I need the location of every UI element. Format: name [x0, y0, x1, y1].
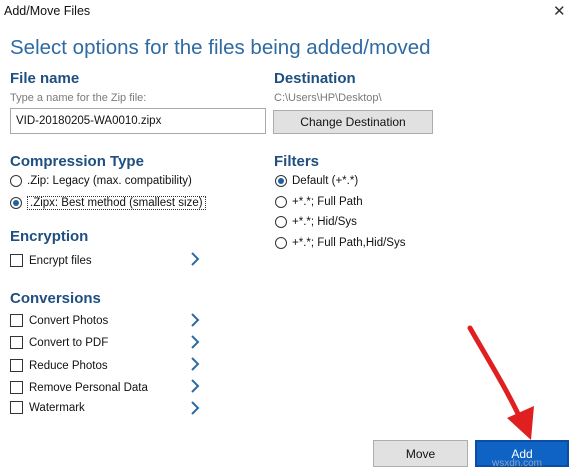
filter-option-label: +*.*; Full Path,Hid/Sys: [292, 237, 406, 249]
checkbox[interactable]: [10, 359, 23, 372]
file-name-hint: Type a name for the Zip file:: [10, 92, 147, 104]
chevron-right-icon[interactable]: [187, 334, 203, 350]
radio-button[interactable]: [275, 196, 287, 208]
chevron-right-icon[interactable]: [187, 312, 203, 328]
filter-option-label: +*.*; Hid/Sys: [292, 216, 357, 228]
reduce-photos-checkbox-row[interactable]: Reduce Photos: [10, 359, 108, 372]
convert-photos-checkbox-row[interactable]: Convert Photos: [10, 314, 108, 327]
close-icon[interactable]: ✕: [553, 3, 566, 21]
checkbox[interactable]: [10, 314, 23, 327]
radio-button[interactable]: [275, 216, 287, 228]
chevron-right-icon[interactable]: [187, 400, 203, 416]
checkbox-label: Reduce Photos: [29, 359, 108, 372]
checkbox-label: Remove Personal Data: [29, 381, 148, 394]
filter-option-hid-sys[interactable]: +*.*; Hid/Sys: [275, 216, 357, 228]
filter-option-label: +*.*; Full Path: [292, 196, 363, 208]
destination-heading: Destination: [274, 70, 356, 87]
watermark-text: wsxdn.com: [492, 458, 543, 469]
chevron-right-icon[interactable]: [187, 356, 203, 372]
chevron-right-icon[interactable]: [187, 251, 203, 267]
convert-to-pdf-checkbox-row[interactable]: Convert to PDF: [10, 336, 108, 349]
compression-type-heading: Compression Type: [10, 153, 144, 170]
move-button[interactable]: Move: [373, 440, 468, 467]
checkbox-label: Watermark: [29, 401, 85, 414]
remove-personal-data-checkbox-row[interactable]: Remove Personal Data: [10, 381, 148, 394]
file-name-input[interactable]: [10, 108, 266, 134]
page-title: Select options for the files being added…: [10, 36, 431, 59]
watermark-checkbox-row[interactable]: Watermark: [10, 401, 85, 414]
checkbox-label: Convert to PDF: [29, 336, 109, 349]
radio-button-selected[interactable]: [10, 197, 22, 209]
conversions-heading: Conversions: [10, 290, 101, 307]
window-title: Add/Move Files: [4, 4, 91, 18]
change-destination-button[interactable]: Change Destination: [273, 110, 433, 134]
filter-option-full-path[interactable]: +*.*; Full Path: [275, 196, 363, 208]
checkbox[interactable]: [10, 401, 23, 414]
compression-option-label: .Zip: Legacy (max. compatibility): [27, 175, 192, 187]
radio-button[interactable]: [10, 175, 22, 187]
checkbox-label: Convert Photos: [29, 314, 109, 327]
filters-heading: Filters: [274, 153, 320, 170]
checkbox[interactable]: [10, 381, 23, 394]
encrypt-files-checkbox-row[interactable]: Encrypt files: [10, 254, 92, 267]
compression-option-label: .Zipx: Best method (smallest size): [27, 196, 206, 210]
chevron-right-icon[interactable]: [187, 378, 203, 394]
filter-option-label: Default (+*.*): [292, 175, 359, 187]
compression-option-zipx-best[interactable]: .Zipx: Best method (smallest size): [10, 196, 206, 210]
radio-button[interactable]: [275, 237, 287, 249]
radio-button-selected[interactable]: [275, 175, 287, 187]
checkbox-label: Encrypt files: [29, 254, 92, 267]
encryption-heading: Encryption: [10, 228, 89, 245]
checkbox[interactable]: [10, 336, 23, 349]
destination-path: C:\Users\HP\Desktop\: [274, 92, 382, 104]
filter-option-full-path-hid-sys[interactable]: +*.*; Full Path,Hid/Sys: [275, 237, 405, 249]
checkbox[interactable]: [10, 254, 23, 267]
filter-option-default[interactable]: Default (+*.*): [275, 175, 358, 187]
file-name-heading: File name: [10, 70, 80, 87]
compression-option-zip-legacy[interactable]: .Zip: Legacy (max. compatibility): [10, 175, 192, 187]
